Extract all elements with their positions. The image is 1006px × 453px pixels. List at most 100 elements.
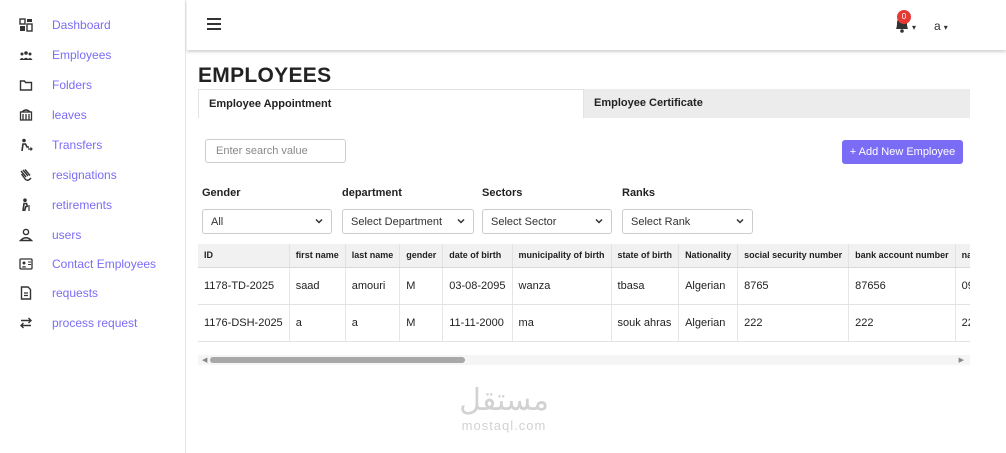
column-header[interactable]: state of birth (611, 244, 680, 268)
user-menu[interactable]: a ▾ (934, 19, 948, 33)
sidebar-item-label: Folders (52, 78, 93, 92)
sidebar-item-leaves[interactable]: leaves (0, 100, 186, 130)
table-cell: M (399, 304, 444, 342)
sidebar-item-transfers[interactable]: Transfers (0, 130, 186, 160)
column-header[interactable]: social security number (737, 244, 850, 268)
notification-badge: 0 (897, 10, 911, 24)
sector-select[interactable]: Select Sector (482, 209, 612, 234)
column-header[interactable]: Nationality (678, 244, 739, 268)
sidebar-item-label: requests (52, 286, 99, 300)
chevron-down-icon (595, 218, 603, 224)
document-icon (19, 286, 33, 300)
sidebar-item-users[interactable]: users (0, 220, 186, 250)
table-cell: 222 (737, 304, 850, 342)
sidebar-item-label: users (52, 228, 82, 242)
sidebar-item-label: process request (52, 316, 138, 330)
chevron-down-icon: ▾ (943, 23, 948, 32)
employees-table-container: ID first name last name gender date of b… (198, 244, 970, 344)
column-header[interactable]: national service card n (955, 244, 970, 268)
table-row[interactable]: 1178-TD-2025 saad amouri M 03-08-2095 wa… (198, 267, 970, 305)
tab-employee-appointment[interactable]: Employee Appointment (198, 89, 584, 118)
folder-icon (19, 78, 33, 92)
user-icon (19, 228, 33, 242)
sidebar-item-folders[interactable]: Folders (0, 70, 186, 100)
sidebar-item-dashboard[interactable]: Dashboard (0, 10, 186, 40)
table-cell: a (289, 304, 346, 342)
filter-label-sectors: Sectors (482, 187, 523, 199)
column-header[interactable]: ID (198, 244, 290, 268)
table-cell: ma (512, 304, 612, 342)
table-cell: Algerian (678, 267, 739, 305)
sidebar-item-label: Contact Employees (52, 257, 157, 271)
chevron-down-icon: ▾ (912, 23, 917, 32)
table-cell: saad (289, 267, 346, 305)
scrollbar-thumb[interactable] (210, 357, 465, 363)
topbar: 0 ▾ a ▾ (187, 0, 1006, 50)
sidebar-item-label: Transfers (52, 138, 103, 152)
watermark: مستقل mostaql.com (439, 383, 569, 434)
gender-select[interactable]: All (202, 209, 332, 234)
dashboard-grid-icon (19, 18, 33, 32)
table-cell: amouri (345, 267, 401, 305)
rank-select[interactable]: Select Rank (622, 209, 753, 234)
sidebar-item-label: leaves (52, 108, 87, 122)
table-cell: 1178-TD-2025 (198, 267, 290, 305)
chevron-down-icon (736, 218, 744, 224)
sidebar-item-label: Employees (52, 48, 112, 62)
select-value: Select Sector (491, 215, 557, 228)
column-header[interactable]: municipality of birth (512, 244, 612, 268)
table-cell: 03-08-2095 (442, 267, 513, 305)
table-cell: 1176-DSH-2025 (198, 304, 290, 342)
page-title: EMPLOYEES (198, 64, 332, 87)
sidebar: Dashboard Employees Folders leaves Trans… (0, 0, 186, 453)
table-cell: 11-11-2000 (442, 304, 513, 342)
sidebar-item-resignations[interactable]: resignations (0, 160, 186, 190)
filter-label-department: department (342, 187, 402, 199)
contact-card-icon (19, 257, 33, 271)
sidebar-item-employees[interactable]: Employees (0, 40, 186, 70)
table-header-row: ID first name last name gender date of b… (198, 244, 970, 268)
sidebar-item-contact-employees[interactable]: Contact Employees (0, 249, 186, 279)
department-select[interactable]: Select Department (342, 209, 474, 234)
table-cell: 0987 (955, 267, 970, 305)
resignation-icon (19, 168, 33, 182)
watermark-logo: مستقل (459, 383, 549, 418)
select-value: Select Rank (631, 215, 691, 228)
search-input[interactable] (205, 139, 346, 163)
table-row[interactable]: 1176-DSH-2025 a a M 11-11-2000 ma souk a… (198, 304, 970, 342)
sidebar-item-label: Dashboard (52, 18, 111, 32)
employees-table: ID first name last name gender date of b… (198, 244, 970, 342)
watermark-text: mostaql.com (461, 418, 547, 433)
filter-label-gender: Gender (202, 187, 241, 199)
sidebar-item-process-request[interactable]: process request (0, 308, 186, 338)
chevron-down-icon (315, 218, 323, 224)
column-header[interactable]: first name (289, 244, 346, 268)
table-cell: 87656 (848, 267, 956, 305)
retirement-cane-icon (19, 198, 33, 212)
sidebar-item-label: resignations (52, 168, 117, 182)
sidebar-item-retirements[interactable]: retirements (0, 190, 186, 220)
table-cell: wanza (512, 267, 612, 305)
table-cell: Algerian (678, 304, 739, 342)
scroll-left-arrow-icon[interactable]: ◀ (202, 356, 207, 364)
user-label: a (934, 19, 941, 33)
select-value: Select Department (351, 215, 443, 228)
sidebar-item-label: retirements (52, 198, 113, 212)
table-cell: 222 (955, 304, 970, 342)
select-value: All (211, 215, 224, 228)
column-header[interactable]: bank account number (848, 244, 956, 268)
tab-employee-certificate[interactable]: Employee Certificate (584, 89, 970, 118)
tab-bar: Employee Appointment Employee Certificat… (198, 89, 970, 118)
horizontal-scrollbar[interactable]: ◀ ▶ (198, 355, 970, 365)
scroll-right-arrow-icon[interactable]: ▶ (959, 356, 964, 364)
column-header[interactable]: last name (345, 244, 401, 268)
table-cell: M (399, 267, 444, 305)
sidebar-item-requests[interactable]: requests (0, 278, 186, 308)
column-header[interactable]: date of birth (442, 244, 513, 268)
filter-label-ranks: Ranks (622, 187, 656, 199)
add-new-employee-button[interactable]: + Add New Employee (842, 140, 963, 164)
table-cell: souk ahras (611, 304, 680, 342)
menu-toggle-icon[interactable] (207, 18, 221, 30)
column-header[interactable]: gender (399, 244, 444, 268)
leaves-icon (19, 108, 33, 122)
